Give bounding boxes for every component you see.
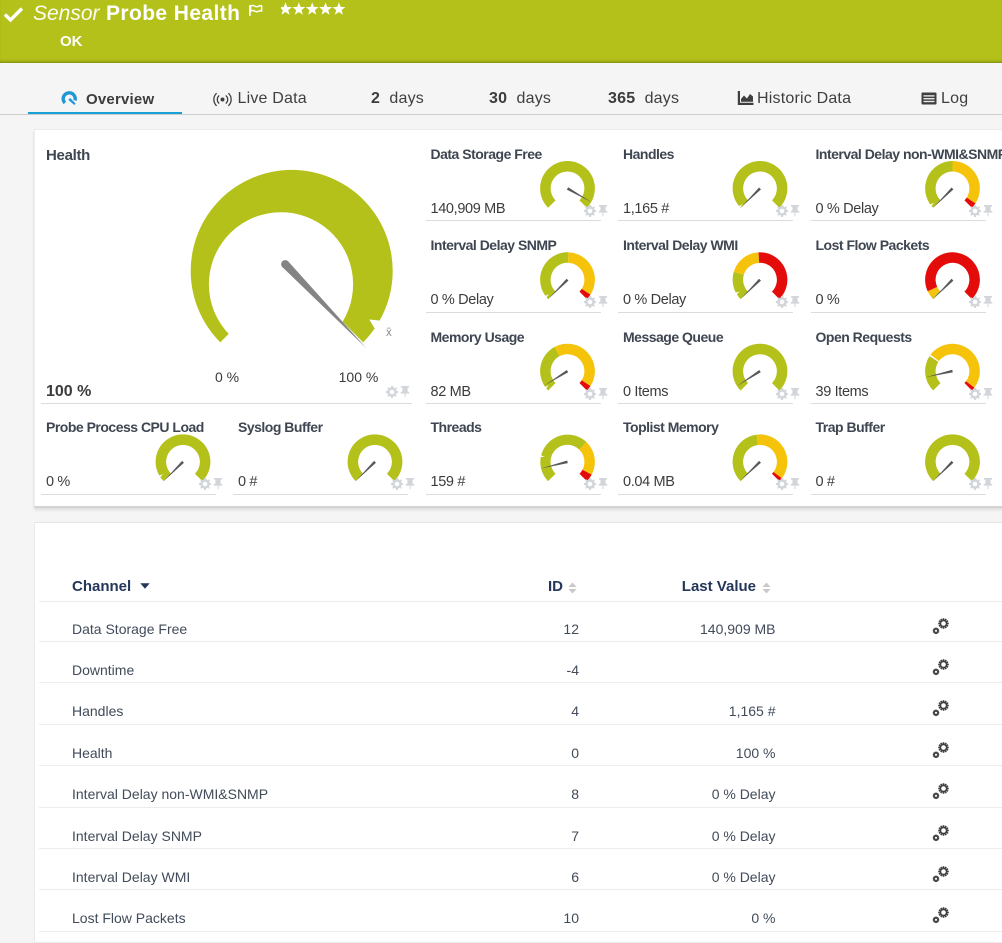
svg-text:x̄: x̄ bbox=[386, 327, 392, 339]
